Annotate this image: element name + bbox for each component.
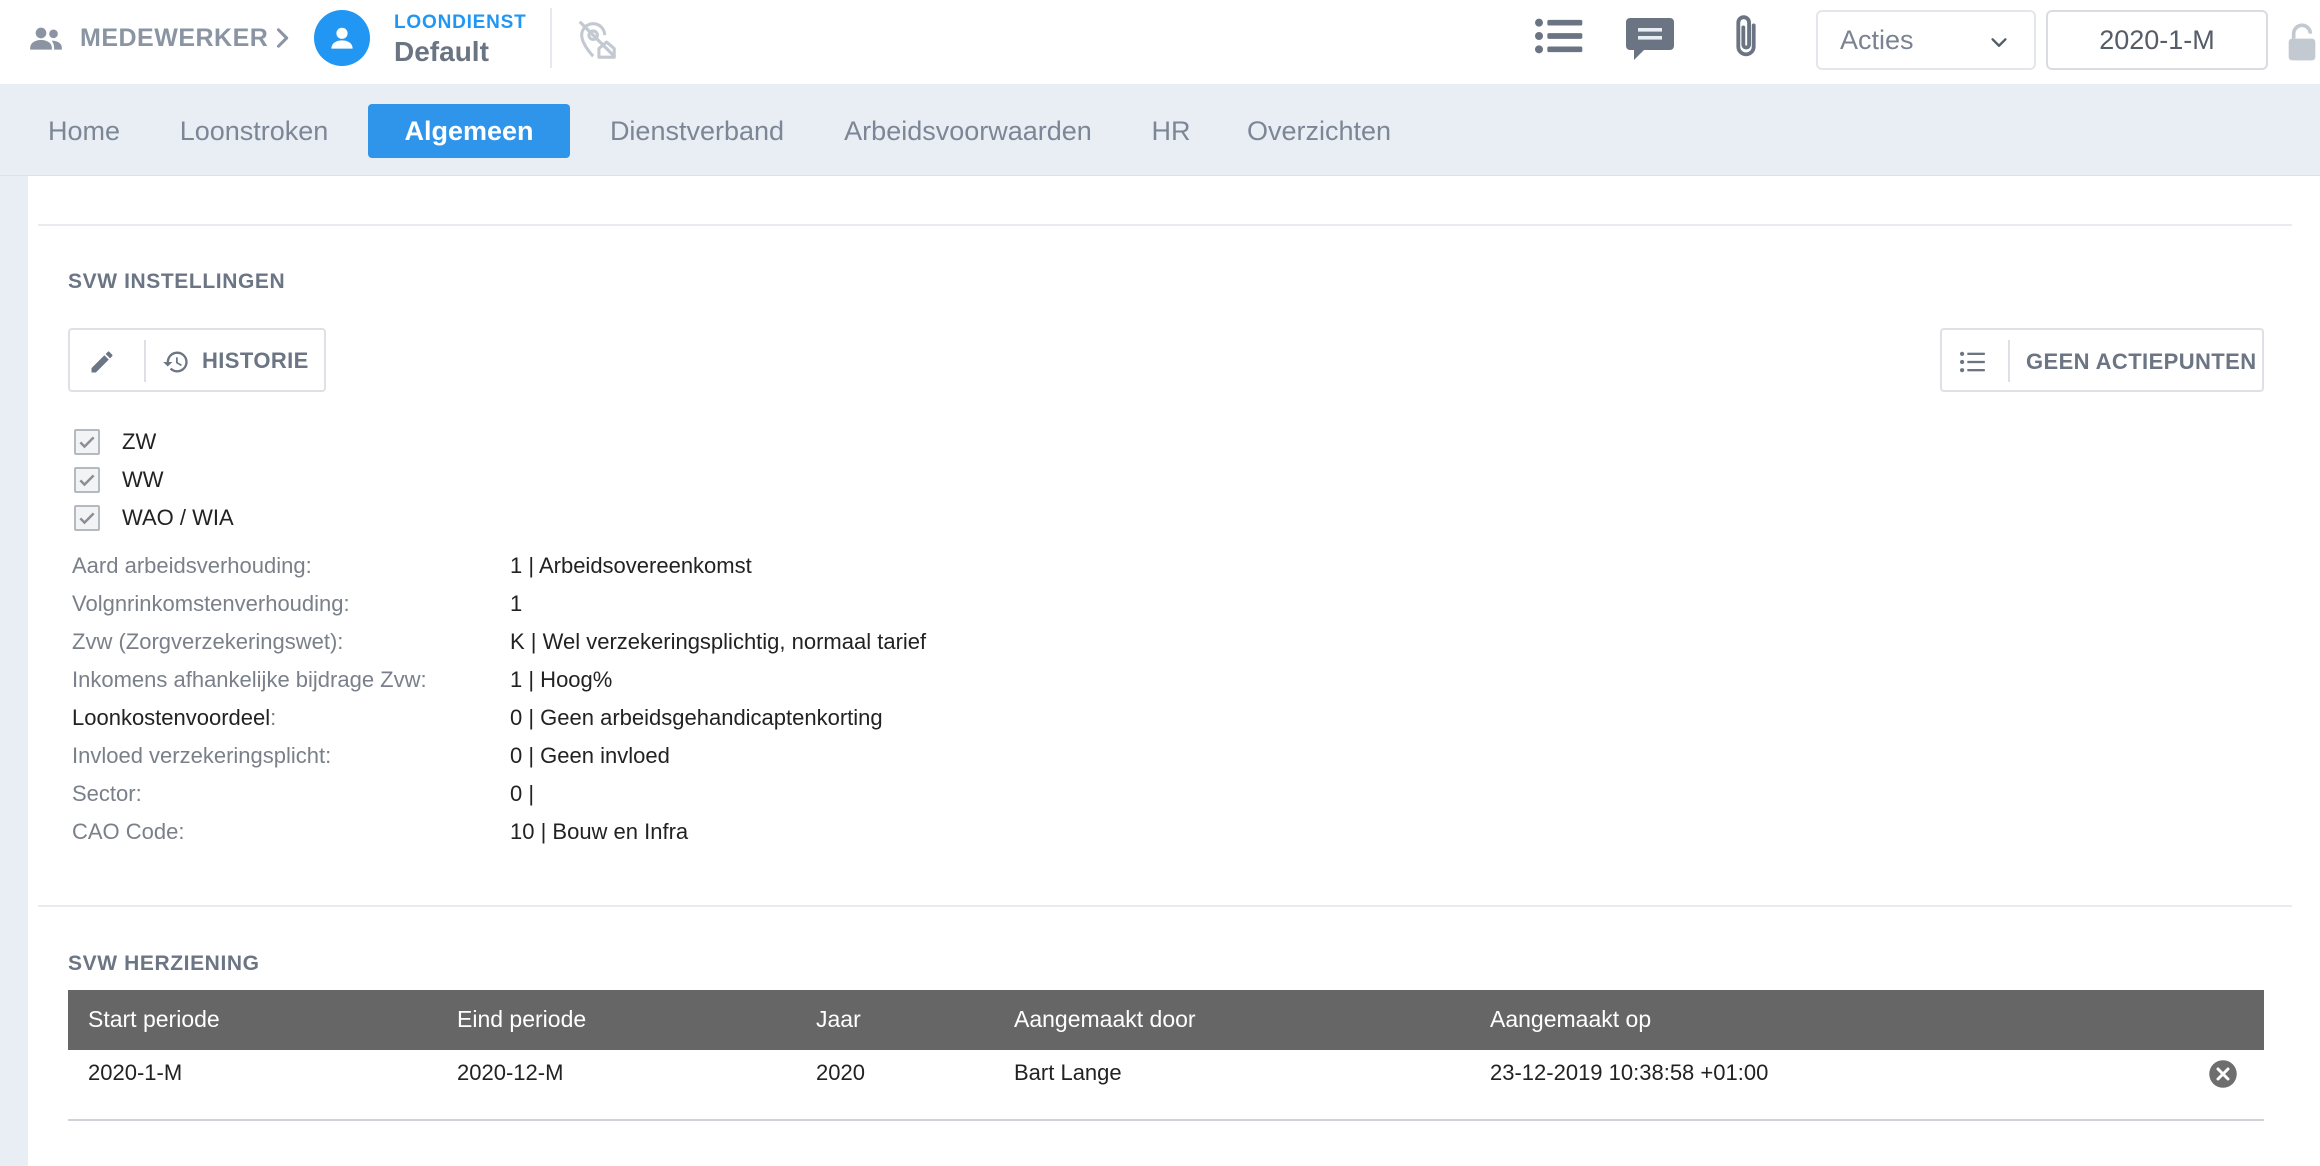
actiepunten-button[interactable]: GEEN ACTIEPUNTEN: [1940, 328, 2264, 392]
checkbox[interactable]: [74, 429, 100, 455]
checkbox-label: WAO / WIA: [122, 505, 234, 530]
main-nav: Home Loonstroken Algemeen Dienstverband …: [0, 84, 2320, 176]
breadcrumb-employee-label: MEDEWERKER: [80, 23, 269, 52]
checkbox-ww[interactable]: WW: [74, 467, 164, 493]
acties-dropdown[interactable]: Acties: [1816, 10, 2036, 70]
divider: [38, 905, 2292, 907]
chevron-down-icon: [1991, 38, 2007, 47]
cell-start: 2020-1-M: [88, 1060, 183, 1085]
field-label-sector: Sector:: [72, 781, 142, 806]
check-icon: [79, 436, 95, 449]
divider: [2008, 340, 2010, 382]
people-icon: [30, 27, 62, 50]
top-bar: MEDEWERKER LOONDIENST Default Acties 202…: [0, 0, 2320, 84]
cell-op: 23-12-2019 10:38:58 +01:00: [1490, 1060, 1769, 1085]
chat-icon[interactable]: [1624, 14, 1676, 62]
divider: [38, 224, 2292, 226]
field-label-cao: CAO Code:: [72, 819, 185, 844]
tab-overzichten[interactable]: Overzichten: [1236, 104, 1402, 158]
chevron-right-icon: [276, 28, 289, 48]
field-value-aard: 1 | Arbeidsovereenkomst: [510, 553, 752, 578]
field-label-volgnr: Volgnrinkomstenverhouding:: [72, 591, 350, 616]
tab-algemeen[interactable]: Algemeen: [368, 104, 570, 158]
column-header-start[interactable]: Start periode: [88, 1006, 220, 1033]
avatar[interactable]: [314, 10, 370, 66]
table-bottom-border: [68, 1119, 2264, 1121]
acties-label: Acties: [1840, 24, 1914, 55]
checkbox-wao-wia[interactable]: WAO / WIA: [74, 505, 234, 531]
field-value-loonkostenvoordeel: 0 | Geen arbeidsgehandicaptenkorting: [510, 705, 883, 730]
tab-dienstverband[interactable]: Dienstverband: [598, 104, 796, 158]
loondienst-selector[interactable]: LOONDIENST Default: [394, 12, 527, 68]
breadcrumb-employee[interactable]: MEDEWERKER: [26, 18, 268, 58]
loondienst-name: Default: [394, 36, 489, 67]
checkbox-label: WW: [122, 467, 164, 492]
edit-history-toolbar: HISTORIE: [68, 328, 326, 392]
field-value-cao: 10 | Bouw en Infra: [510, 819, 689, 844]
cell-door: Bart Lange: [1014, 1060, 1122, 1085]
section-title-svw-instellingen: SVW INSTELLINGEN: [68, 270, 286, 293]
tab-loonstroken[interactable]: Loonstroken: [166, 104, 342, 158]
field-label-inkomens: Inkomens afhankelijke bijdrage Zvw:: [72, 667, 427, 692]
field-value-sector: 0 |: [510, 781, 535, 806]
field-label-loonkostenvoordeel: Loonkostenvoordeel:: [72, 705, 276, 731]
section-title-svw-herziening: SVW HERZIENING: [68, 952, 260, 975]
field-label-invloed: Invloed verzekeringsplicht:: [72, 743, 332, 768]
field-label-aard: Aard arbeidsverhouding:: [72, 553, 312, 578]
list-icon: [1959, 351, 1985, 373]
actiepunten-label: GEEN ACTIEPUNTEN: [2026, 349, 2257, 374]
tab-hr[interactable]: HR: [1140, 104, 1202, 158]
checkbox[interactable]: [74, 467, 100, 493]
delete-circle-icon[interactable]: [2208, 1059, 2238, 1089]
lock-icon[interactable]: [2284, 22, 2320, 62]
field-label-text: Loonkostenvoordeel: [72, 705, 271, 730]
check-icon: [79, 512, 95, 525]
column-header-jaar[interactable]: Jaar: [816, 1006, 861, 1033]
field-value-zvw: K | Wel verzekeringsplichtig, normaal ta…: [510, 629, 927, 654]
tab-arbeidsvoorwaarden[interactable]: Arbeidsvoorwaarden: [830, 104, 1106, 158]
person-icon: [331, 27, 353, 49]
loondienst-label: LOONDIENST: [394, 12, 527, 33]
colon: :: [270, 705, 277, 730]
column-header-op[interactable]: Aangemaakt op: [1490, 1006, 1651, 1033]
divider: [144, 340, 146, 382]
field-value-volgnr: 1: [510, 591, 523, 616]
cell-jaar: 2020: [816, 1060, 865, 1085]
period-selector[interactable]: 2020-1-M: [2046, 10, 2268, 70]
list-icon[interactable]: [1534, 16, 1584, 56]
field-value-invloed: 0 | Geen invloed: [510, 743, 670, 768]
tab-home[interactable]: Home: [26, 104, 142, 158]
checkbox-label: ZW: [122, 429, 157, 454]
historie-button[interactable]: HISTORIE: [202, 348, 309, 374]
divider: [550, 8, 552, 68]
cell-eind: 2020-12-M: [457, 1060, 564, 1085]
paperclip-icon[interactable]: [1726, 12, 1766, 62]
checkbox-zw[interactable]: ZW: [74, 429, 156, 455]
history-icon[interactable]: [162, 348, 190, 376]
field-value-inkomens: 1 | Hoog%: [510, 667, 613, 692]
location-home-icon[interactable]: [574, 16, 620, 62]
left-gutter: [0, 176, 28, 1166]
column-header-door[interactable]: Aangemaakt door: [1014, 1006, 1196, 1033]
pencil-icon[interactable]: [88, 348, 116, 376]
column-header-eind[interactable]: Eind periode: [457, 1006, 586, 1033]
table-header: Start periode Eind periode Jaar Aangemaa…: [68, 990, 2264, 1050]
checkbox[interactable]: [74, 505, 100, 531]
check-icon: [79, 474, 95, 487]
field-label-zvw: Zvw (Zorgverzekeringswet):: [72, 629, 344, 654]
